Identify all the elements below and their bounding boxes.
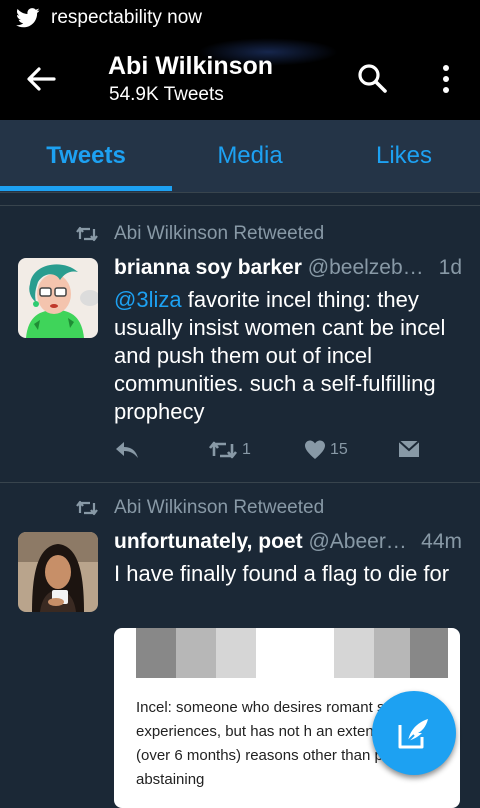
author-handle[interactable]: @Abeer… [308, 530, 406, 553]
profile-name: Abi Wilkinson [108, 52, 274, 80]
tweet-author-line: brianna soy barker @beelzeb… [114, 256, 424, 280]
retweet-context: Abi Wilkinson Retweeted [0, 495, 480, 523]
divider [0, 205, 480, 206]
twitter-bird-icon [16, 8, 40, 28]
compose-tweet-button[interactable] [372, 691, 456, 775]
profile-tabs: Tweets Media Likes [0, 120, 480, 193]
direct-message-button[interactable] [398, 439, 420, 459]
tweet-time: 44m [421, 530, 462, 553]
avatar[interactable] [18, 532, 98, 612]
reply-icon [116, 442, 138, 458]
flag-image [136, 628, 448, 678]
status-bar: respectability now [0, 0, 480, 38]
avatar-photo [18, 532, 98, 612]
author-name[interactable]: brianna soy barker [114, 256, 302, 279]
notification-text: respectability now [51, 7, 203, 28]
retweet-count: 1 [242, 441, 251, 458]
retweet-icon [208, 441, 238, 459]
compose-feather-icon [398, 719, 428, 749]
tweet-author-line: unfortunately, poet @Abeer… [114, 530, 407, 554]
like-count: 15 [330, 441, 348, 458]
reply-button[interactable] [114, 439, 140, 461]
heart-icon [305, 440, 325, 459]
tweet-time: 1d [438, 256, 462, 279]
avatar-illustration [18, 258, 98, 338]
retweet-icon [76, 226, 98, 242]
tweet-actions: 1 15 [114, 439, 454, 469]
app-bar: Abi Wilkinson 54.9K Tweets [0, 38, 480, 120]
tab-likes[interactable]: Likes [328, 120, 480, 192]
mention-link[interactable]: @3liza [114, 287, 182, 312]
tab-media[interactable]: Media [172, 120, 328, 192]
author-name[interactable]: unfortunately, poet [114, 530, 303, 553]
tweet-count: 54.9K Tweets [109, 84, 224, 105]
tab-tweets[interactable]: Tweets [0, 120, 172, 192]
retweet-icon [76, 500, 98, 516]
retweeted-by-text: Abi Wilkinson Retweeted [114, 223, 325, 244]
tweet-text: @3liza favorite incel thing: they usuall… [114, 286, 464, 426]
active-tab-indicator [0, 186, 172, 191]
more-options-icon[interactable] [436, 64, 456, 94]
back-arrow-icon[interactable] [24, 62, 58, 96]
retweet-button[interactable]: 1 [208, 439, 251, 461]
avatar[interactable] [18, 258, 98, 338]
envelope-icon [398, 440, 420, 457]
retweeted-by-text: Abi Wilkinson Retweeted [114, 497, 325, 518]
author-handle[interactable]: @beelzeb… [308, 256, 424, 279]
tweet-divider [0, 482, 480, 483]
like-button[interactable]: 15 [304, 439, 348, 461]
search-icon[interactable] [356, 62, 388, 94]
tweet-text: I have finally found a flag to die for [114, 561, 450, 586]
retweet-context: Abi Wilkinson Retweeted [0, 221, 480, 249]
